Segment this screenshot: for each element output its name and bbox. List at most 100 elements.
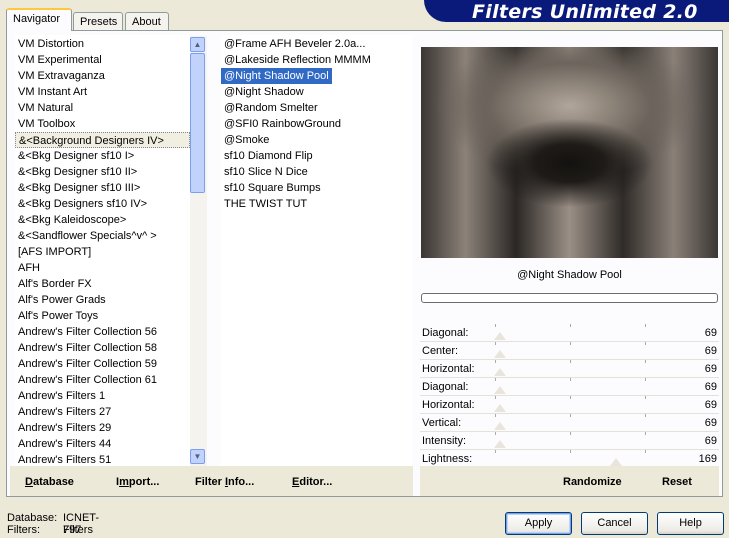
slider-row[interactable]: Intensity: 69	[420, 432, 719, 450]
scroll-thumb[interactable]	[190, 53, 205, 193]
category-item[interactable]: &<Bkg Designer sf10 III>	[15, 180, 190, 196]
slider-tick	[495, 432, 496, 435]
slider-knob[interactable]	[494, 422, 506, 430]
cancel-button[interactable]: Cancel	[581, 512, 648, 535]
filter-item[interactable]: @SFI0 RainbowGround	[221, 116, 412, 132]
filter-item[interactable]: @Lakeside Reflection MMMM	[221, 52, 412, 68]
slider-knob[interactable]	[494, 368, 506, 376]
filter-row: @Random Smelter	[221, 100, 412, 116]
slider-row[interactable]: Center: 69	[420, 342, 719, 360]
slider-panel: Diagonal: 69 Center: 69 Horizontal: 69 Diagona…	[420, 324, 719, 468]
category-item[interactable]: &<Bkg Designer sf10 I>	[15, 148, 190, 164]
filter-list[interactable]: @Frame AFH Beveler 2.0a... @Lakeside Refl…	[221, 35, 412, 467]
database-accel: D	[25, 476, 33, 488]
filter-item[interactable]: @Night Shadow	[221, 84, 412, 100]
slider-value: 169	[698, 453, 717, 465]
scroll-down-icon[interactable]: ▼	[190, 449, 205, 464]
import-button[interactable]: Import...	[116, 476, 159, 488]
import-accel: m	[119, 476, 129, 488]
slider-tick	[495, 414, 496, 417]
category-item[interactable]: &<Sandflower Specials^v^ >	[15, 228, 190, 244]
slider-knob[interactable]	[494, 386, 506, 394]
category-item[interactable]: Andrew's Filters 1	[15, 388, 190, 404]
slider-tick	[495, 378, 496, 381]
tab-about[interactable]: About	[125, 12, 169, 31]
category-item[interactable]: Alf's Power Grads	[15, 292, 190, 308]
filter-row: @Lakeside Reflection MMMM	[221, 52, 412, 68]
filter-item[interactable]: @Night Shadow Pool	[221, 68, 332, 84]
filter-row: sf10 Square Bumps	[221, 180, 412, 196]
slider-row[interactable]: Horizontal: 69	[420, 396, 719, 414]
randomize-button[interactable]: Randomize	[563, 476, 622, 488]
category-item[interactable]: &<Background Designers IV>	[15, 132, 190, 148]
slider-label: Horizontal:	[422, 399, 475, 411]
filter-row: @Smoke	[221, 132, 412, 148]
category-item[interactable]: VM Natural	[15, 100, 190, 116]
slider-knob[interactable]	[494, 404, 506, 412]
title-banner: Filters Unlimited 2.0	[424, 0, 729, 23]
slider-tick	[645, 432, 646, 435]
database-status: Database: ICNET-Filters	[7, 512, 99, 536]
slider-row[interactable]: Horizontal: 69	[420, 360, 719, 378]
category-item[interactable]: Alf's Power Toys	[15, 308, 190, 324]
category-item[interactable]: VM Experimental	[15, 52, 190, 68]
filters-status-label: Filters:	[7, 524, 40, 536]
category-item[interactable]: VM Distortion	[15, 36, 190, 52]
help-button[interactable]: Help	[657, 512, 724, 535]
category-item[interactable]: VM Instant Art	[15, 84, 190, 100]
filters-status: Filters: 797	[7, 524, 81, 536]
slider-knob[interactable]	[610, 458, 622, 466]
category-item[interactable]: Andrew's Filters 29	[15, 420, 190, 436]
category-item[interactable]: AFH	[15, 260, 190, 276]
slider-value: 69	[704, 417, 717, 429]
category-item[interactable]: Alf's Border FX	[15, 276, 190, 292]
slider-label: Diagonal:	[422, 381, 469, 393]
category-item[interactable]: &<Bkg Designers sf10 IV>	[15, 196, 190, 212]
slider-label: Vertical:	[422, 417, 462, 429]
category-item[interactable]: Andrew's Filter Collection 58	[15, 340, 190, 356]
slider-tick	[570, 360, 571, 363]
scroll-up-icon[interactable]: ▲	[190, 37, 205, 52]
filter-item[interactable]: sf10 Diamond Flip	[221, 148, 412, 164]
tab-navigator[interactable]: Navigator	[6, 8, 72, 31]
reset-button[interactable]: Reset	[662, 476, 692, 488]
category-list[interactable]: VM Distortion VM Experimental VM Extravaga…	[15, 35, 190, 467]
category-item[interactable]: &<Bkg Kaleidoscope>	[15, 212, 190, 228]
editor-button[interactable]: Editor...	[292, 476, 332, 488]
filter-item[interactable]: @Random Smelter	[221, 100, 412, 116]
category-item[interactable]: Andrew's Filters 27	[15, 404, 190, 420]
filter-info-button[interactable]: Filter Info...	[195, 476, 254, 488]
category-scrollbar[interactable]: ▲ ▼	[190, 36, 207, 466]
slider-row[interactable]: Vertical: 69	[420, 414, 719, 432]
slider-knob[interactable]	[494, 350, 506, 358]
filter-item[interactable]: sf10 Square Bumps	[221, 180, 412, 196]
filter-row: sf10 Diamond Flip	[221, 148, 412, 164]
apply-button[interactable]: Apply	[505, 512, 572, 535]
slider-value: 69	[704, 345, 717, 357]
slider-knob[interactable]	[494, 440, 506, 448]
slider-row[interactable]: Diagonal: 69	[420, 378, 719, 396]
category-item[interactable]: Andrew's Filter Collection 56	[15, 324, 190, 340]
category-item[interactable]: [AFS IMPORT]	[15, 244, 190, 260]
category-item[interactable]: Andrew's Filter Collection 59	[15, 356, 190, 372]
filter-item[interactable]: THE TWIST TUT	[221, 196, 412, 212]
filter-row: @Night Shadow Pool	[221, 68, 412, 84]
preview-image[interactable]	[421, 47, 718, 258]
category-item[interactable]: Andrew's Filters 51	[15, 452, 190, 467]
tab-presets[interactable]: Presets	[73, 12, 123, 31]
slider-knob[interactable]	[494, 332, 506, 340]
filter-item[interactable]: sf10 Slice N Dice	[221, 164, 412, 180]
filter-item[interactable]: @Smoke	[221, 132, 412, 148]
slider-tick	[570, 378, 571, 381]
category-item[interactable]: Andrew's Filters 44	[15, 436, 190, 452]
filter-item[interactable]: @Frame AFH Beveler 2.0a...	[221, 36, 412, 52]
slider-row[interactable]: Diagonal: 69	[420, 324, 719, 342]
category-item[interactable]: Andrew's Filter Collection 61	[15, 372, 190, 388]
category-item[interactable]: &<Bkg Designer sf10 II>	[15, 164, 190, 180]
selected-filter-name: @Night Shadow Pool	[517, 269, 622, 281]
database-button[interactable]: Database	[25, 476, 74, 488]
category-item[interactable]: VM Extravaganza	[15, 68, 190, 84]
slider-value: 69	[704, 327, 717, 339]
slider-label: Intensity:	[422, 435, 467, 447]
category-item[interactable]: VM Toolbox	[15, 116, 190, 132]
